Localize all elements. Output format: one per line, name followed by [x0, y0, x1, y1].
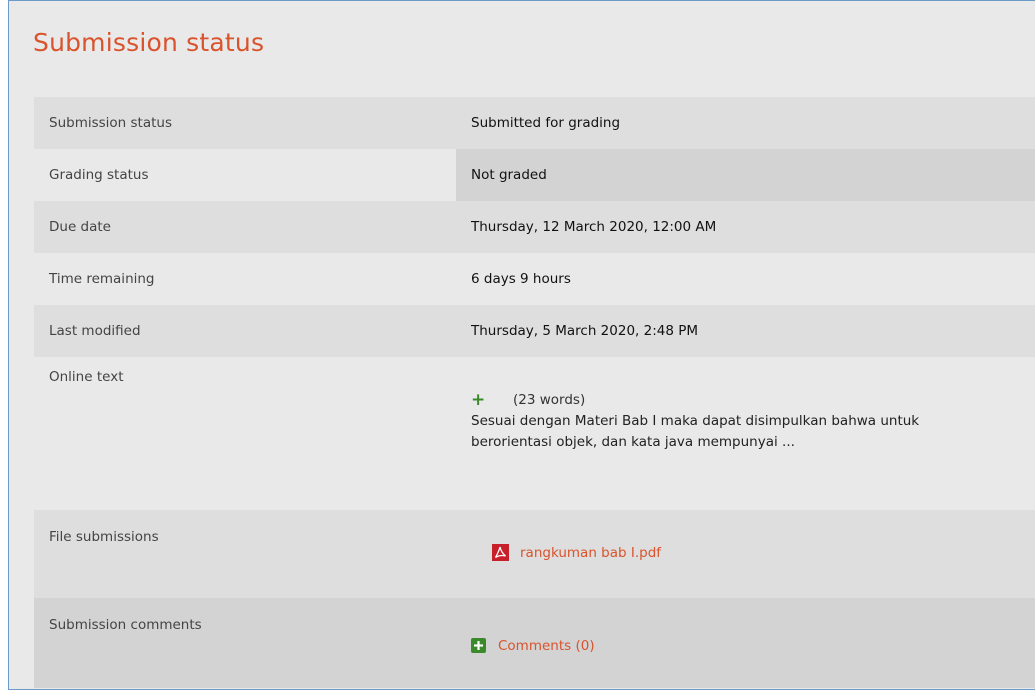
online-text-excerpt-line2: berorientasi objek, dan kata java mempun…	[471, 434, 795, 450]
row-label: Due date	[49, 219, 111, 235]
table-row-file-submissions: File submissions rangkuman bab I.pdf	[34, 510, 1035, 598]
grading-status-value: Not graded	[456, 149, 1035, 201]
table-row-time-remaining: Time remaining 6 days 9 hours	[34, 253, 1035, 305]
plus-icon[interactable]: +	[471, 390, 493, 411]
submission-status-value: Submitted for grading	[471, 115, 621, 131]
file-link[interactable]: rangkuman bab I.pdf	[520, 545, 661, 561]
time-remaining-value: 6 days 9 hours	[471, 271, 571, 287]
file-submissions-value: rangkuman bab I.pdf	[456, 510, 1035, 598]
table-row-online-text: Online text + (23 words) Sesuai dengan Ma…	[34, 357, 1035, 510]
pdf-icon	[492, 544, 509, 561]
row-label: Grading status	[34, 149, 456, 201]
row-label: Submission status	[49, 115, 173, 131]
online-text-value: + (23 words) Sesuai dengan Materi Bab I m…	[456, 357, 1035, 510]
submission-status-table: Submission status Submitted for grading …	[34, 97, 1035, 688]
add-box-icon[interactable]	[471, 638, 486, 653]
row-label: Online text	[49, 369, 124, 385]
due-date-value: Thursday, 12 March 2020, 12:00 AM	[471, 219, 717, 235]
row-label: Time remaining	[49, 271, 155, 287]
table-row-submission-comments: Submission comments Comments (0)	[34, 598, 1035, 688]
submission-status-panel: Submission status Submission status Subm…	[8, 0, 1035, 690]
table-row-submission-status: Submission status Submitted for grading	[34, 97, 1035, 149]
submission-comments-value: Comments (0)	[456, 598, 1035, 688]
row-label: Last modified	[49, 323, 141, 339]
online-text-excerpt-line1: Sesuai dengan Materi Bab I maka dapat di…	[471, 413, 920, 429]
row-label: Submission comments	[49, 617, 202, 633]
table-row-grading-status: Grading status Not graded	[34, 149, 1035, 201]
comments-link[interactable]: Comments (0)	[498, 638, 595, 654]
word-count: (23 words)	[513, 392, 586, 408]
last-modified-value: Thursday, 5 March 2020, 2:48 PM	[471, 323, 699, 339]
table-row-last-modified: Last modified Thursday, 5 March 2020, 2:…	[34, 305, 1035, 357]
page-title: Submission status	[33, 28, 265, 57]
table-row-due-date: Due date Thursday, 12 March 2020, 12:00 …	[34, 201, 1035, 253]
row-label: File submissions	[49, 529, 159, 545]
